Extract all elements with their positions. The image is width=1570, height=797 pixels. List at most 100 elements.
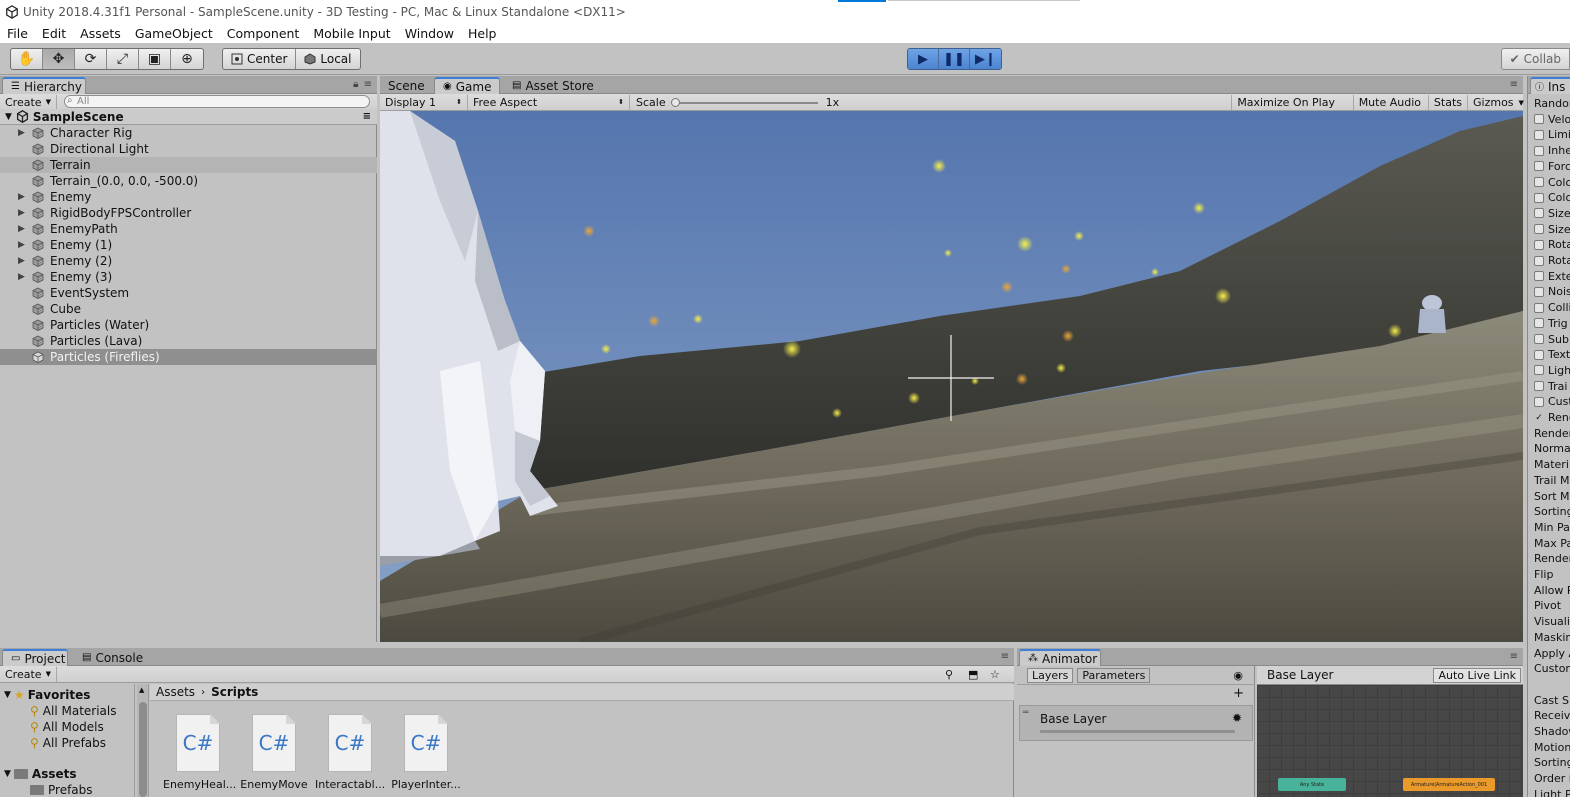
- menu-edit[interactable]: Edit: [35, 26, 73, 41]
- game-panel-menu-icon[interactable]: ≡: [1510, 79, 1519, 90]
- menu-assets[interactable]: Assets: [73, 26, 128, 41]
- inspector-row[interactable]: Exte: [1534, 269, 1570, 284]
- asset-file-cs-script[interactable]: C# Interactabl...: [315, 710, 385, 794]
- checkbox-icon[interactable]: [1534, 192, 1544, 203]
- checkbox-icon[interactable]: [1534, 396, 1544, 407]
- asset-file-cs-script[interactable]: C# EnemyHeal...: [163, 710, 236, 794]
- inspector-row[interactable]: ✓ Rend: [1534, 410, 1570, 425]
- hierarchy-search-input[interactable]: All: [64, 95, 370, 108]
- slider-thumb[interactable]: [670, 97, 680, 107]
- tab-hierarchy[interactable]: ☰ Hierarchy: [2, 77, 86, 94]
- expand-arrow-icon[interactable]: ▶: [18, 208, 30, 218]
- favorite-all-materials[interactable]: ⚲ All Materials: [30, 703, 117, 719]
- checkbox-icon[interactable]: [1534, 114, 1544, 125]
- armature-action-node[interactable]: Armature|ArmatureAction_001: [1403, 778, 1495, 791]
- tab-parameters[interactable]: Parameters: [1077, 667, 1151, 683]
- expand-arrow-icon[interactable]: ▶: [18, 224, 30, 234]
- tab-inspector[interactable]: ⓘ Ins: [1530, 77, 1570, 94]
- hierarchy-item[interactable]: EventSystem: [0, 285, 377, 301]
- inspector-row[interactable]: Trai: [1534, 379, 1567, 394]
- project-create-dropdown[interactable]: Create ▼: [0, 666, 57, 682]
- prefabs-folder[interactable]: Prefabs: [30, 782, 93, 797]
- hierarchy-item[interactable]: ▶ Enemy (1): [0, 237, 377, 253]
- animator-graph[interactable]: Any State Armature|ArmatureAction_001: [1257, 685, 1523, 797]
- add-layer-icon[interactable]: +: [1233, 686, 1244, 701]
- tab-project[interactable]: ▭ Project: [2, 649, 68, 666]
- hierarchy-item[interactable]: Particles (Water): [0, 317, 377, 333]
- menu-gameobject[interactable]: GameObject: [128, 26, 220, 41]
- checkbox-icon[interactable]: [1534, 255, 1544, 266]
- hierarchy-item[interactable]: ▶ Enemy: [0, 189, 377, 205]
- asset-file-cs-script[interactable]: C# EnemyMove: [239, 710, 309, 794]
- checkbox-icon[interactable]: [1534, 381, 1544, 392]
- scale-tool-button[interactable]: ⤢: [107, 49, 139, 69]
- hierarchy-item[interactable]: Terrain: [0, 157, 377, 173]
- rotate-tool-button[interactable]: ⟳: [75, 49, 107, 69]
- checkbox-checked-icon[interactable]: ✓: [1534, 413, 1544, 423]
- filter-by-label-icon[interactable]: ⬒: [968, 668, 978, 681]
- inspector-row[interactable]: Trig: [1534, 316, 1568, 331]
- collab-button[interactable]: ✔ Collab: [1500, 48, 1570, 70]
- animator-panel-menu-icon[interactable]: ≡: [1510, 651, 1519, 662]
- menu-window[interactable]: Window: [398, 26, 461, 41]
- hierarchy-item[interactable]: Particles (Fireflies): [0, 349, 377, 365]
- hierarchy-create-dropdown[interactable]: Create ▼: [0, 94, 57, 110]
- checkbox-icon[interactable]: [1534, 286, 1544, 297]
- inspector-row[interactable]: Cust: [1534, 394, 1570, 409]
- inspector-row[interactable]: Colo: [1534, 190, 1570, 205]
- hierarchy-item[interactable]: Particles (Lava): [0, 333, 377, 349]
- transform-tool-button[interactable]: ⊕: [171, 49, 203, 69]
- pivot-center-button[interactable]: Center: [223, 49, 297, 69]
- layer-settings-icon[interactable]: ✹: [1232, 711, 1242, 725]
- scale-slider[interactable]: [670, 97, 818, 108]
- favorites-header[interactable]: ▼ ★ Favorites: [4, 687, 90, 703]
- mute-audio-toggle[interactable]: Mute Audio: [1352, 95, 1426, 110]
- tab-console[interactable]: ▤ Console: [74, 649, 151, 666]
- auto-live-link-toggle[interactable]: Auto Live Link: [1433, 667, 1521, 683]
- checkbox-icon[interactable]: [1534, 334, 1544, 344]
- hierarchy-item[interactable]: ▶ EnemyPath: [0, 221, 377, 237]
- inspector-row[interactable]: Colli: [1534, 300, 1570, 315]
- checkbox-icon[interactable]: [1534, 129, 1544, 140]
- favorite-all-prefabs[interactable]: ⚲ All Prefabs: [30, 735, 106, 751]
- drag-handle-icon[interactable]: ═: [1023, 708, 1028, 718]
- hierarchy-item[interactable]: Terrain_(0.0, 0.0, -500.0): [0, 173, 377, 189]
- expand-arrow-icon[interactable]: ▶: [18, 256, 30, 266]
- scrollbar-thumb[interactable]: [139, 702, 147, 797]
- hierarchy-item[interactable]: Cube: [0, 301, 377, 317]
- tab-animator[interactable]: ⁂ Animator: [1019, 649, 1101, 666]
- maximize-on-play-toggle[interactable]: Maximize On Play: [1231, 95, 1340, 110]
- inspector-row[interactable]: Forc: [1534, 159, 1570, 174]
- checkbox-icon[interactable]: [1534, 208, 1544, 219]
- display-dropdown[interactable]: Display 1 ⬍: [380, 94, 468, 110]
- gizmos-dropdown[interactable]: Gizmos ▼: [1467, 95, 1524, 110]
- assets-folder[interactable]: ▼ Assets: [4, 766, 77, 782]
- menu-mobile-input[interactable]: Mobile Input: [306, 26, 397, 41]
- hierarchy-item[interactable]: ▶ RigidBodyFPSController: [0, 205, 377, 221]
- play-button[interactable]: ▶: [908, 49, 939, 69]
- filter-by-type-icon[interactable]: ⚲: [945, 668, 953, 681]
- asset-file-cs-script[interactable]: C# PlayerInter...: [391, 710, 461, 794]
- expand-arrow-icon[interactable]: ▶: [18, 192, 30, 202]
- step-button[interactable]: ▶❙: [970, 49, 1001, 69]
- favorite-star-icon[interactable]: ☆: [990, 668, 1000, 681]
- inspector-row[interactable]: Sub: [1534, 332, 1569, 347]
- inspector-row[interactable]: Inhe: [1534, 143, 1570, 158]
- project-panel-menu-icon[interactable]: ≡: [1001, 651, 1010, 662]
- checkbox-icon[interactable]: [1534, 302, 1544, 313]
- hand-tool-button[interactable]: ✋: [11, 49, 43, 69]
- hierarchy-item[interactable]: ▶ Character Rig: [0, 125, 377, 141]
- pause-button[interactable]: ❚❚: [939, 49, 970, 69]
- scroll-up-icon[interactable]: ▲: [139, 686, 144, 694]
- eye-icon[interactable]: ◉: [1233, 669, 1243, 682]
- inspector-row[interactable]: Rota: [1534, 253, 1570, 268]
- menu-help[interactable]: Help: [461, 26, 504, 41]
- tab-asset-store[interactable]: ▤ Asset Store: [504, 77, 602, 94]
- checkbox-icon[interactable]: [1534, 349, 1544, 360]
- inspector-row[interactable]: Limi: [1534, 127, 1570, 142]
- menu-file[interactable]: File: [0, 26, 35, 41]
- hierarchy-item[interactable]: Directional Light: [0, 141, 377, 157]
- aspect-dropdown[interactable]: Free Aspect ⬍: [468, 94, 630, 110]
- checkbox-icon[interactable]: [1534, 177, 1544, 187]
- inspector-row[interactable]: Rota: [1534, 237, 1570, 252]
